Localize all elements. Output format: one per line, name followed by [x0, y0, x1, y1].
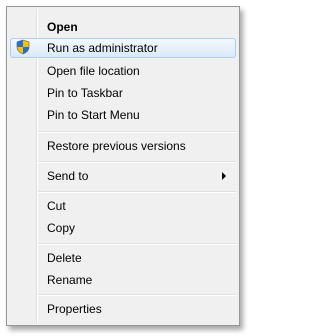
submenu-arrow-icon	[222, 172, 226, 180]
menu-item-label: Pin to Taskbar	[47, 86, 123, 100]
menu-separator	[38, 294, 236, 296]
menu-item-pin-to-start-menu[interactable]: Pin to Start Menu	[10, 105, 236, 125]
menu-item-label: Run as administrator	[47, 41, 158, 55]
menu-item-open[interactable]: Open	[10, 17, 236, 37]
menu-item-label: Open	[47, 20, 78, 34]
menu-item-delete[interactable]: Delete	[10, 248, 236, 268]
menu-item-label: Send to	[47, 169, 89, 183]
menu-item-send-to[interactable]: Send to	[10, 166, 236, 186]
menu-item-run-as-administrator[interactable]: Run as administrator	[10, 38, 236, 58]
menu-item-properties[interactable]: Properties	[10, 299, 236, 319]
menu-item-label: Rename	[47, 273, 93, 287]
menu-item-label: Pin to Start Menu	[47, 108, 140, 122]
menu-item-label: Open file location	[47, 64, 140, 78]
context-menu: Open Run as administrator Open file loca…	[6, 6, 240, 326]
menu-item-open-file-location[interactable]: Open file location	[10, 61, 236, 81]
menu-item-pin-to-taskbar[interactable]: Pin to Taskbar	[10, 83, 236, 103]
menu-item-label: Properties	[47, 302, 102, 316]
menu-separator	[38, 191, 236, 193]
menu-item-label: Cut	[47, 199, 66, 213]
menu-item-restore-previous-versions[interactable]: Restore previous versions	[10, 136, 236, 156]
menu-item-rename[interactable]: Rename	[10, 270, 236, 290]
menu-separator	[38, 161, 236, 163]
menu-item-label: Restore previous versions	[47, 139, 186, 153]
menu-separator	[38, 243, 236, 245]
menu-item-label: Delete	[47, 251, 82, 265]
uac-shield-icon	[16, 39, 30, 55]
menu-item-label: Copy	[47, 221, 76, 235]
menu-separator	[38, 131, 236, 133]
menu-item-copy[interactable]: Copy	[10, 218, 236, 238]
menu-item-cut[interactable]: Cut	[10, 196, 236, 216]
